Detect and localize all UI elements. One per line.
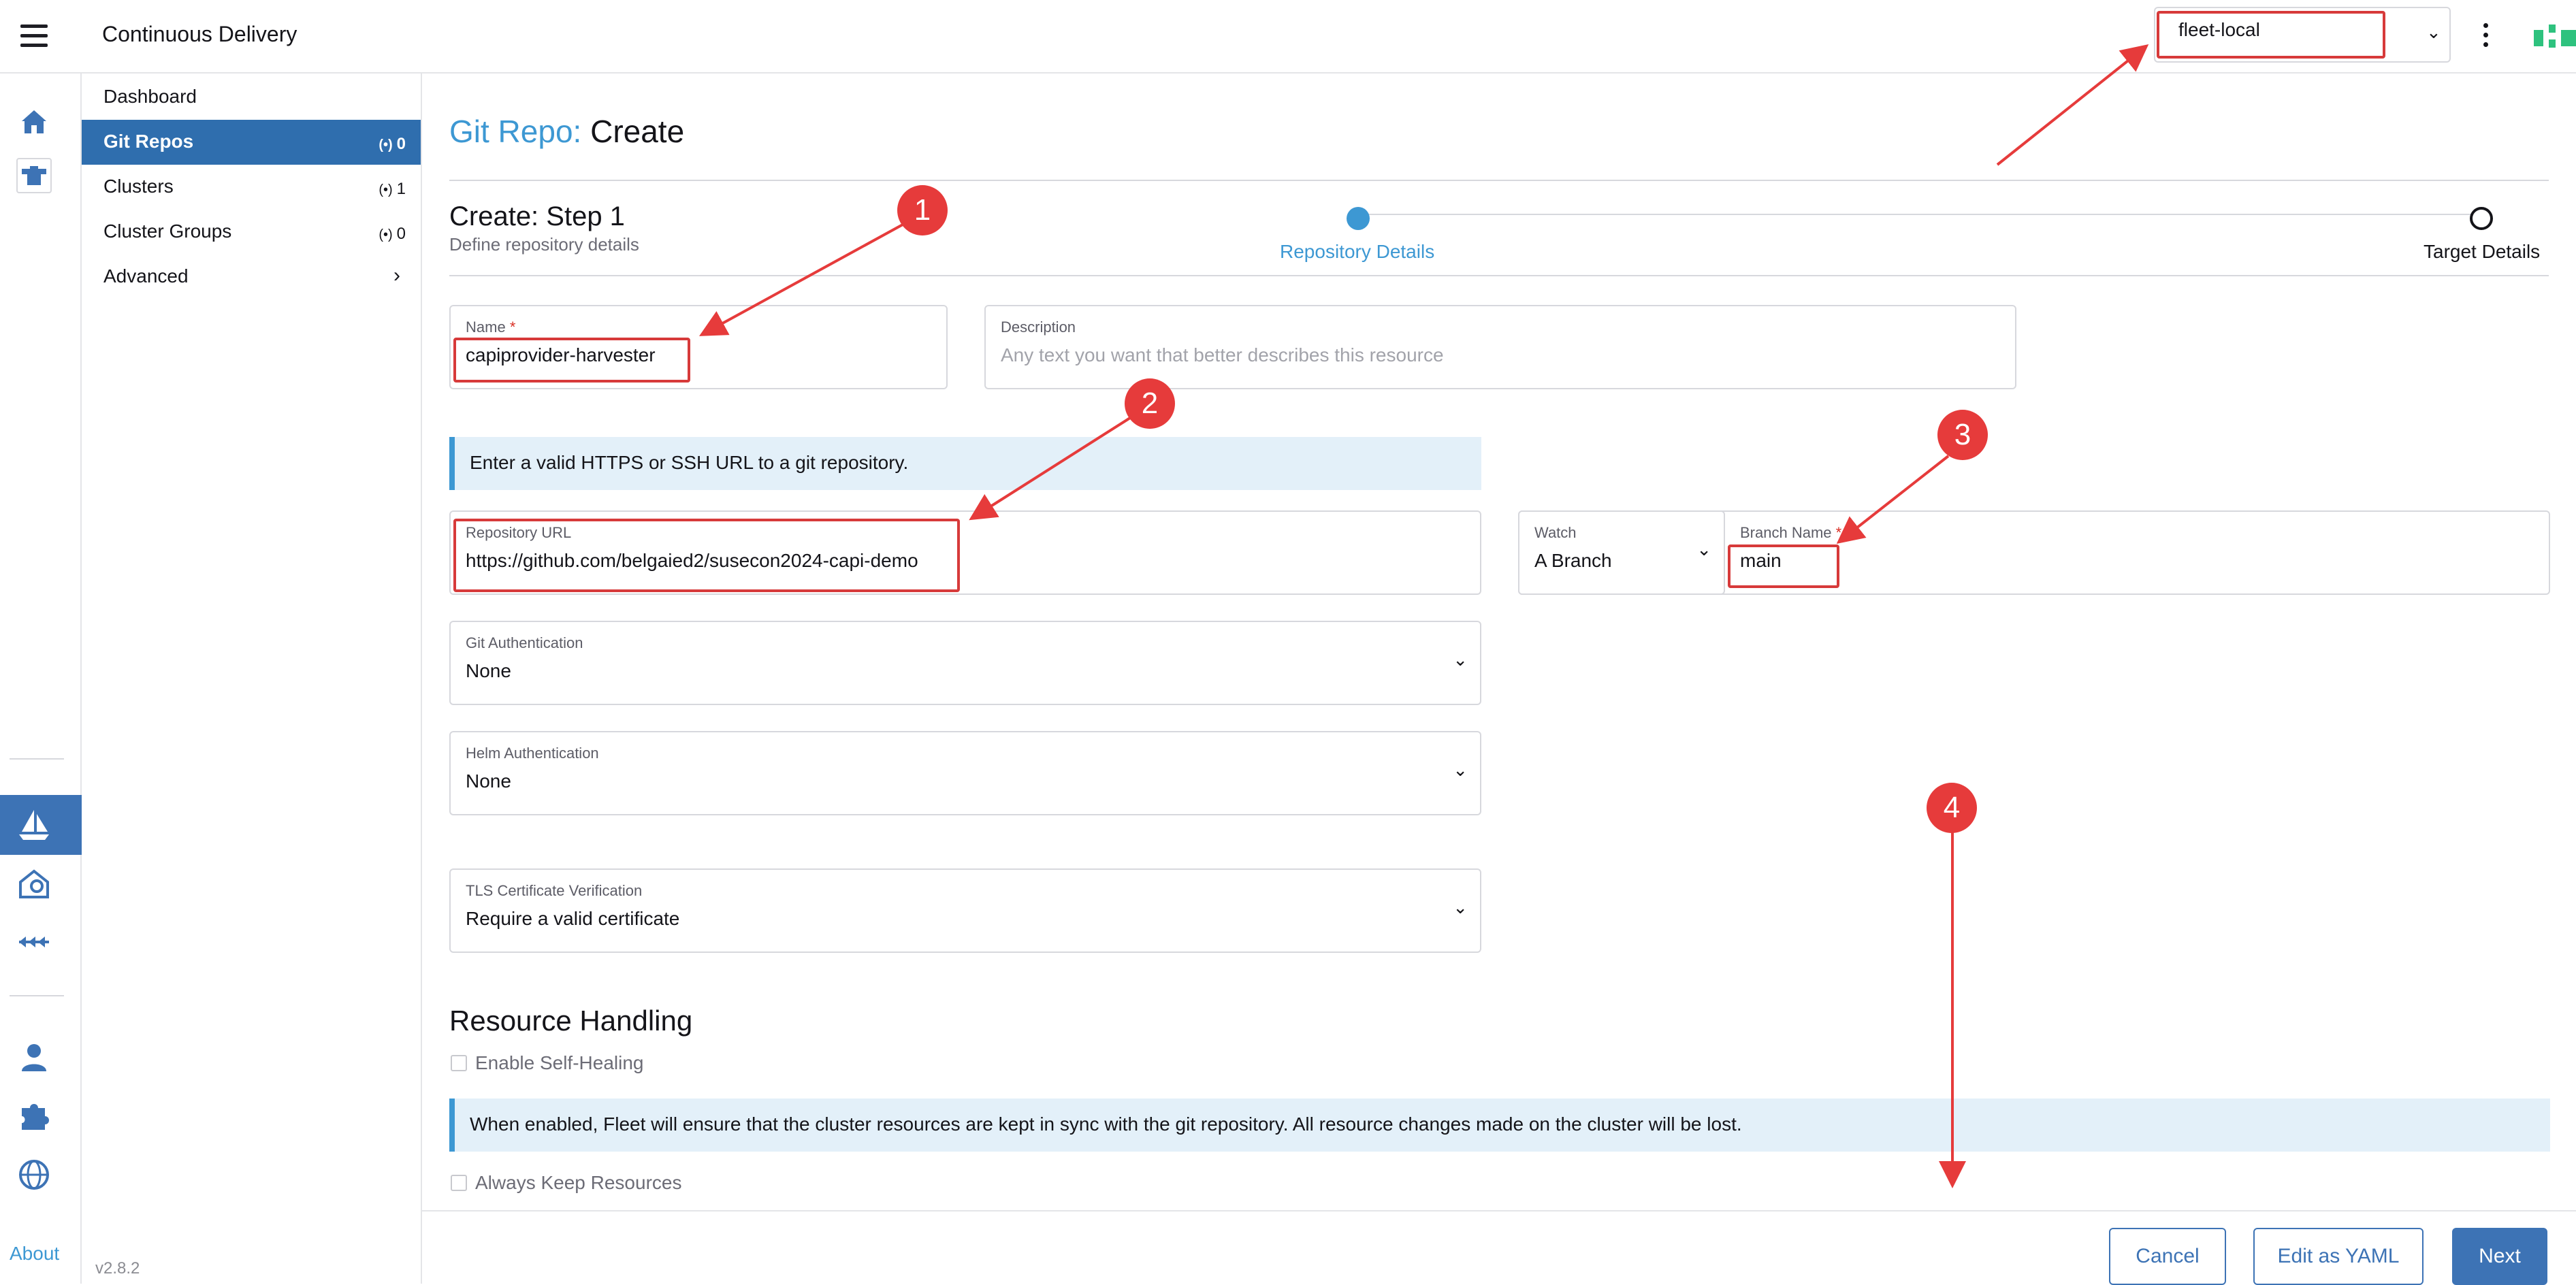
annotation-badge-2: 2 (1125, 378, 1175, 429)
annotation-arrows (698, 44, 2149, 1188)
annotation-badge-4: 4 (1927, 783, 1977, 833)
annotation-badge-3: 3 (1937, 410, 1988, 460)
annotation-badge-1: 1 (897, 185, 948, 235)
